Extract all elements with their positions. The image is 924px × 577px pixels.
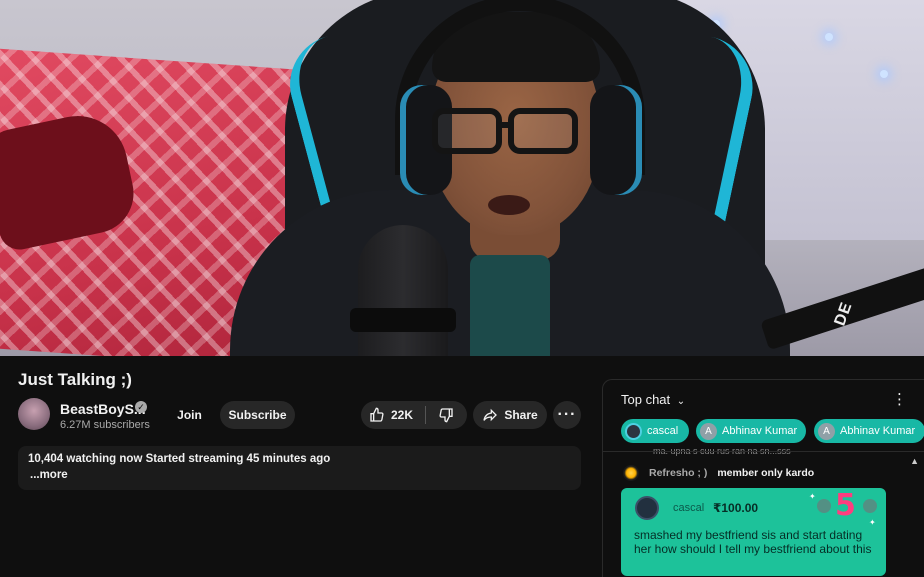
like-button[interactable]: 22K [369,407,413,423]
share-icon [483,408,498,422]
superchat-sticker: 5 [835,488,856,523]
glasses-bridge [498,122,512,128]
ticker-avatar [625,422,642,440]
channel-avatar[interactable] [18,398,50,430]
fairy-light [825,33,833,41]
headset-earcup [590,85,642,195]
chat-divider [603,451,924,452]
video-player[interactable]: DE [0,0,924,356]
like-divider [425,406,427,424]
verified-icon: ✓ [135,401,147,413]
like-dislike-bar: 22K [361,401,467,429]
superchat-avatar [635,496,659,520]
superchat-card[interactable]: cascal ₹100.00 ✦ ✦ 5 smashed my bestfrie… [621,488,886,576]
fairy-light [880,70,888,78]
sparkle-icon: ✦ [809,492,816,501]
streamer-mouth [488,195,530,215]
glasses-lens [508,108,578,154]
message-text: member only kardo [717,467,815,479]
chat-mode-dropdown[interactable]: Top chat ⌄ [621,392,685,407]
author-avatar [623,465,639,481]
sparkle-icon: ✦ [869,518,876,527]
glasses-lens [432,108,502,154]
ticker-avatar: A [818,422,835,440]
share-button[interactable]: Share [473,401,547,429]
sticker-deco [817,499,831,513]
ticker-avatar: A [700,422,717,440]
subscriber-count: 6.27M subscribers [60,419,150,431]
ticker-item[interactable]: A Abhinav Kumar [814,419,924,443]
superchat-text: smashed my bestfriend sis and start dati… [634,528,872,556]
microphone-ring [350,308,456,332]
video-title: Just Talking ;) [18,370,132,389]
superchat-amount: ₹100.00 [713,501,759,515]
chat-mode-label: Top chat [621,392,671,407]
ticker-item[interactable]: cascal [621,419,689,443]
share-label: Share [504,408,538,422]
superchat-author: cascal [673,502,705,514]
thumbs-up-icon [370,407,384,422]
channel-name[interactable]: BeastBoyS... [60,401,146,417]
chevron-up-icon[interactable]: ▲ [910,456,919,466]
chat-message: Refresho ; ) member only kardo [623,465,814,481]
show-more-link[interactable]: ...more [30,469,68,481]
sticker-deco [863,499,877,513]
ticker-name: Abhinav Kumar [840,425,916,437]
subscribe-button[interactable]: Subscribe [220,401,295,429]
more-actions-button[interactable]: ··· [553,401,581,429]
streamer-tshirt [470,255,550,356]
ticker-name: cascal [647,425,679,437]
ticker-item[interactable]: A Abhinav Kumar [696,419,806,443]
description-box[interactable]: 10,404 watching now Started streaming 45… [18,446,581,490]
chat-menu-icon[interactable]: ⋮ [892,390,907,408]
ticker-name: Abhinav Kumar [722,425,798,437]
join-button[interactable]: Join [167,401,212,429]
thumbs-down-icon[interactable] [438,407,454,423]
message-author[interactable]: Refresho ; ) [649,467,707,479]
stream-stats: 10,404 watching now Started streaming 45… [28,453,331,465]
chevron-down-icon: ⌄ [676,396,686,407]
like-count: 22K [391,408,414,422]
live-chat-panel: Top chat ⌄ ⋮ cascal A Abhinav Kumar A Ab… [602,379,924,577]
microphone [358,225,448,356]
